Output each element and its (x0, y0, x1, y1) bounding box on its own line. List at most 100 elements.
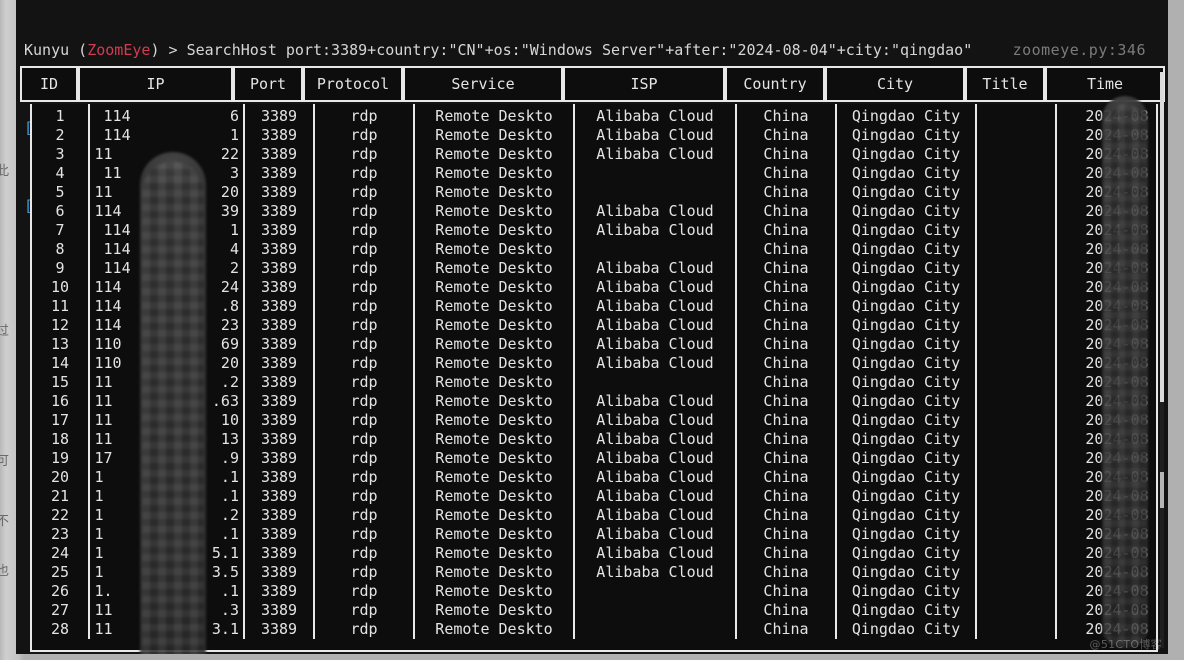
table-row[interactable]: 3 11 22 3389 rdp Remote Deskto Alibaba Cloud C… (32, 145, 1156, 164)
cell-title (977, 411, 1057, 430)
cell-time: 2024-08 (1085, 525, 1149, 543)
cell-isp: Alibaba Cloud (575, 544, 737, 563)
column-header-title[interactable]: Title (965, 66, 1045, 102)
margin-char: 此 (0, 164, 10, 179)
cell-protocol: rdp (315, 164, 415, 183)
table-row[interactable]: 27 11 .3 3389 rdp Remote Deskto China Qingdao … (32, 601, 1156, 620)
column-header-time[interactable]: Time (1045, 66, 1165, 102)
table-row[interactable]: 7 114 1 3389 rdp Remote Deskto Alibaba Cloud C… (32, 221, 1156, 240)
column-header-isp[interactable]: ISP (563, 66, 725, 102)
cell-protocol: rdp (315, 202, 415, 221)
margin-char: 不 (0, 514, 10, 529)
table-header: ID IP Port Protocol Service ISP Country City Tit… (20, 66, 1165, 102)
cell-service: Remote Deskto (415, 164, 575, 183)
table-row[interactable]: 23 1 .1 3389 rdp Remote Deskto Alibaba Cloud C… (32, 525, 1156, 544)
cell-ip: 114 23 (90, 316, 245, 335)
cell-title (977, 183, 1057, 202)
vertical-scrollbar[interactable] (1160, 72, 1164, 648)
cell-isp (575, 240, 737, 259)
cell-title (977, 335, 1057, 354)
table-row[interactable]: 18 11 13 3389 rdp Remote Deskto Alibaba Cloud… (32, 430, 1156, 449)
table-row[interactable]: 8 114 4 3389 rdp Remote Deskto China Qingdao C… (32, 240, 1156, 259)
table-row[interactable]: 6 114 39 3389 rdp Remote Deskto Alibaba Cloud… (32, 202, 1156, 221)
cell-ip: 114 39 (90, 202, 245, 221)
cell-service: Remote Deskto (415, 297, 575, 316)
cell-isp: Alibaba Cloud (575, 202, 737, 221)
cell-port: 3389 (245, 183, 315, 202)
cell-ip: 11 22 (90, 145, 245, 164)
cell-protocol: rdp (315, 487, 415, 506)
terminal-window[interactable]: Kunyu (ZoomEye) > SearchHost port:3389+c… (16, 0, 1168, 654)
table-row[interactable]: 2 114 1 3389 rdp Remote Deskto Alibaba Cloud C… (32, 126, 1156, 145)
table-row[interactable]: 21 1 .1 3389 rdp Remote Deskto Alibaba Cloud C… (32, 487, 1156, 506)
table-row[interactable]: 15 11 .2 3389 rdp Remote Deskto China Qingdao … (32, 373, 1156, 392)
scrollbar-thumb-secondary[interactable] (1160, 472, 1164, 508)
cell-ip: 1. .1 (90, 582, 245, 601)
cell-time: 2024-08 (1085, 259, 1149, 277)
cell-country: China (737, 145, 837, 164)
cell-title (977, 620, 1057, 639)
cell-city: Qingdao City (837, 525, 977, 544)
cell-id: 28 (32, 620, 90, 639)
cell-country: China (737, 221, 837, 240)
table-row[interactable]: 16 11 .63 3389 rdp Remote Deskto Alibaba Clou… (32, 392, 1156, 411)
table-row[interactable]: 14 110 20 3389 rdp Remote Deskto Alibaba Clou… (32, 354, 1156, 373)
table-body-scroll-region[interactable]: 1 114 6 3389 rdp Remote Deskto Alibaba Cloud C… (30, 104, 1158, 652)
table-row[interactable]: 5 11 20 3389 rdp Remote Deskto China Qingdao C… (32, 183, 1156, 202)
cell-isp: Alibaba Cloud (575, 335, 737, 354)
table-row[interactable]: 12 114 23 3389 rdp Remote Deskto Alibaba Clou… (32, 316, 1156, 335)
table-row[interactable]: 26 1. .1 3389 rdp Remote Deskto China Qingdao … (32, 582, 1156, 601)
column-header-service[interactable]: Service (403, 66, 563, 102)
cell-protocol: rdp (315, 259, 415, 278)
cell-service: Remote Deskto (415, 506, 575, 525)
table-row[interactable]: 1 114 6 3389 rdp Remote Deskto Alibaba Cloud C… (32, 104, 1156, 126)
column-header-ip[interactable]: IP (78, 66, 233, 102)
cell-protocol: rdp (315, 278, 415, 297)
scrollbar-thumb[interactable] (1160, 72, 1164, 402)
table-row[interactable]: 13 110 69 3389 rdp Remote Deskto Alibaba Clou… (32, 335, 1156, 354)
cell-id: 14 (32, 354, 90, 373)
cell-country: China (737, 449, 837, 468)
table-row[interactable]: 19 17 .9 3389 rdp Remote Deskto Alibaba Cloud… (32, 449, 1156, 468)
cell-city: Qingdao City (837, 392, 977, 411)
table-row[interactable]: 17 11 10 3389 rdp Remote Deskto Alibaba Cloud… (32, 411, 1156, 430)
cell-protocol: rdp (315, 145, 415, 164)
cell-ip: 110 20 (90, 354, 245, 373)
table-row[interactable]: 22 1 .2 3389 rdp Remote Deskto Alibaba Cloud C… (32, 506, 1156, 525)
cell-title (977, 145, 1057, 164)
cell-id: 20 (32, 468, 90, 487)
cell-title (977, 563, 1057, 582)
column-header-city[interactable]: City (825, 66, 965, 102)
table-row[interactable]: 4 11 3 3389 rdp Remote Deskto China Qingdao Ci… (32, 164, 1156, 183)
column-header-id[interactable]: ID (20, 66, 78, 102)
table-row[interactable]: 11 114 .8 3389 rdp Remote Deskto Alibaba Clou… (32, 297, 1156, 316)
cell-ip: 114 1 (90, 126, 245, 145)
cell-city: Qingdao City (837, 316, 977, 335)
cell-time: 2024-08 (1085, 563, 1149, 581)
column-header-port[interactable]: Port (233, 66, 303, 102)
cell-service: Remote Deskto (415, 563, 575, 582)
table-row[interactable]: 20 1 .1 3389 rdp Remote Deskto Alibaba Cloud C… (32, 468, 1156, 487)
cell-id: 11 (32, 297, 90, 316)
table-row[interactable]: 24 1 5.1 3389 rdp Remote Deskto Alibaba Cloud… (32, 544, 1156, 563)
cell-service: Remote Deskto (415, 104, 575, 126)
column-header-country[interactable]: Country (725, 66, 825, 102)
table-row[interactable]: 25 1 3.5 3389 rdp Remote Deskto Alibaba Cloud… (32, 563, 1156, 582)
cell-isp: Alibaba Cloud (575, 145, 737, 164)
cell-service: Remote Deskto (415, 487, 575, 506)
cell-country: China (737, 126, 837, 145)
cell-ip: 11 20 (90, 183, 245, 202)
table-row[interactable]: 10 114 24 3389 rdp Remote Deskto Alibaba Clou… (32, 278, 1156, 297)
cell-service: Remote Deskto (415, 259, 575, 278)
cell-isp: Alibaba Cloud (575, 411, 737, 430)
cell-ip: 114 24 (90, 278, 245, 297)
table-row[interactable]: 28 11 3.1 3389 rdp Remote Deskto China Qingdao… (32, 620, 1156, 639)
cell-port: 3389 (245, 104, 315, 126)
table-row[interactable]: 9 114 2 3389 rdp Remote Deskto Alibaba Cloud C… (32, 259, 1156, 278)
cell-protocol: rdp (315, 297, 415, 316)
column-header-protocol[interactable]: Protocol (303, 66, 403, 102)
cell-service: Remote Deskto (415, 582, 575, 601)
cell-protocol: rdp (315, 601, 415, 620)
cell-ip: 110 69 (90, 335, 245, 354)
cell-port: 3389 (245, 582, 315, 601)
